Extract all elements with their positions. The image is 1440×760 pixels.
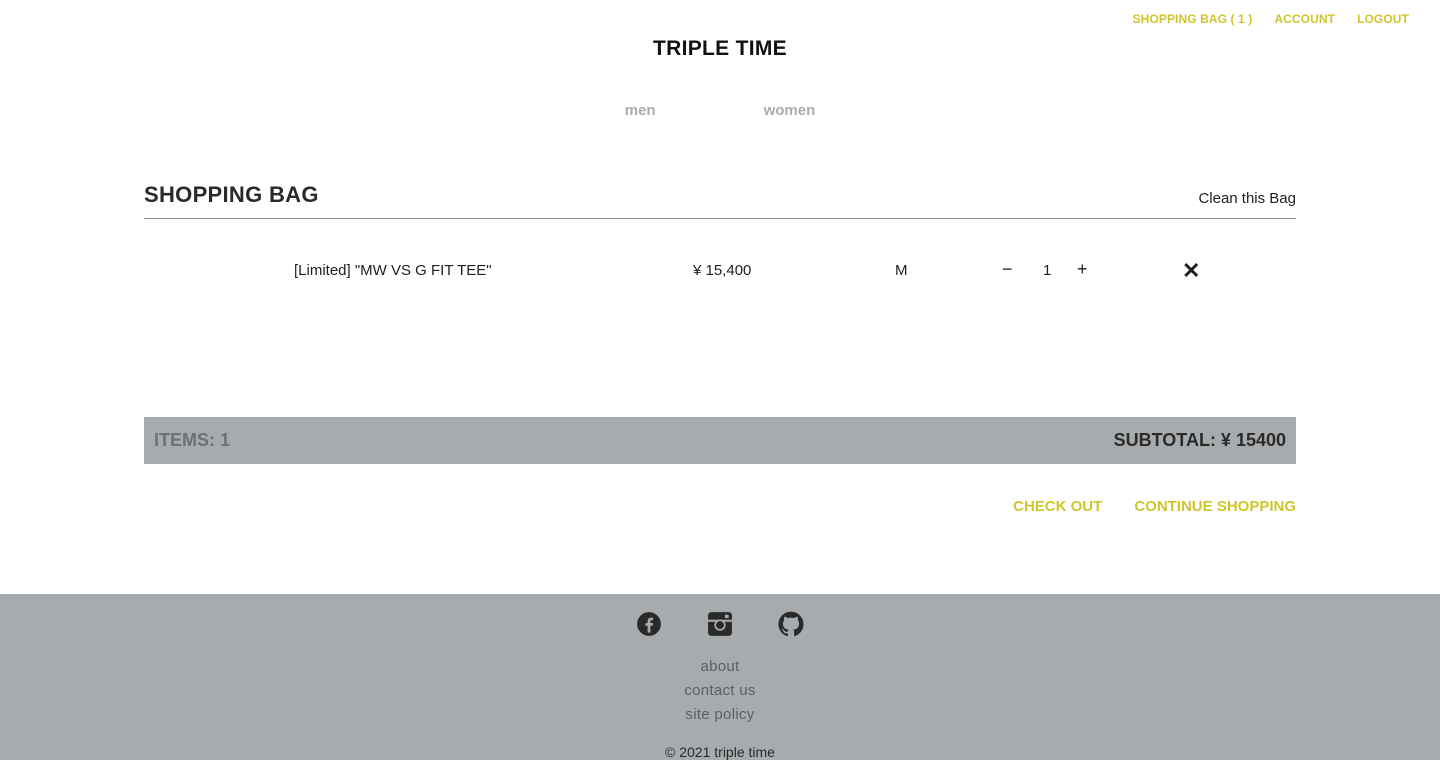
item-quantity: 1: [1043, 262, 1052, 279]
shopping-bag-link[interactable]: SHOPPING BAG ( 1 ): [1133, 12, 1253, 26]
footer-links: about contact us site policy: [0, 655, 1440, 727]
bag-actions: CHECK OUT CONTINUE SHOPPING: [1013, 498, 1296, 515]
account-link[interactable]: ACCOUNT: [1274, 12, 1335, 26]
category-men[interactable]: men: [625, 102, 656, 119]
social-links: [0, 611, 1440, 637]
footer-link-site-policy[interactable]: site policy: [0, 703, 1440, 727]
item-price: ¥ 15,400: [693, 262, 752, 279]
decrease-quantity-button[interactable]: −: [1002, 259, 1013, 280]
category-nav: men women: [0, 102, 1440, 119]
facebook-icon[interactable]: [636, 611, 662, 637]
bag-item-row: [Limited] "MW VS G FIT TEE" ¥ 15,400 M −…: [144, 258, 1296, 286]
clean-bag-button[interactable]: Clean this Bag: [1198, 190, 1296, 207]
items-count: ITEMS: 1: [154, 430, 231, 450]
logout-link[interactable]: LOGOUT: [1357, 12, 1409, 26]
continue-shopping-button[interactable]: CONTINUE SHOPPING: [1134, 498, 1296, 515]
increase-quantity-button[interactable]: +: [1077, 259, 1088, 280]
github-icon[interactable]: [778, 611, 804, 637]
summary-bar: ITEMS: 1 SUBTOTAL: ¥ 15400: [144, 417, 1296, 464]
copyright: © 2021 triple time: [665, 744, 775, 760]
page-title: SHOPPING BAG: [144, 182, 319, 207]
item-size: M: [895, 262, 908, 279]
remove-item-button[interactable]: ✕: [1182, 258, 1200, 284]
footer: about contact us site policy © 2021 trip…: [0, 594, 1440, 760]
bag-header: SHOPPING BAG Clean this Bag: [144, 180, 1296, 219]
footer-link-about[interactable]: about: [0, 655, 1440, 679]
footer-link-contact[interactable]: contact us: [0, 679, 1440, 703]
item-name[interactable]: [Limited] "MW VS G FIT TEE": [294, 262, 492, 279]
subtotal: SUBTOTAL: ¥ 15400: [1113, 430, 1286, 450]
category-women[interactable]: women: [764, 102, 816, 119]
instagram-icon[interactable]: [707, 611, 733, 637]
brand-logo[interactable]: TRIPLE TIME: [0, 37, 1440, 61]
top-nav: SHOPPING BAG ( 1 ) ACCOUNT LOGOUT: [1133, 12, 1409, 26]
checkout-button[interactable]: CHECK OUT: [1013, 498, 1102, 515]
